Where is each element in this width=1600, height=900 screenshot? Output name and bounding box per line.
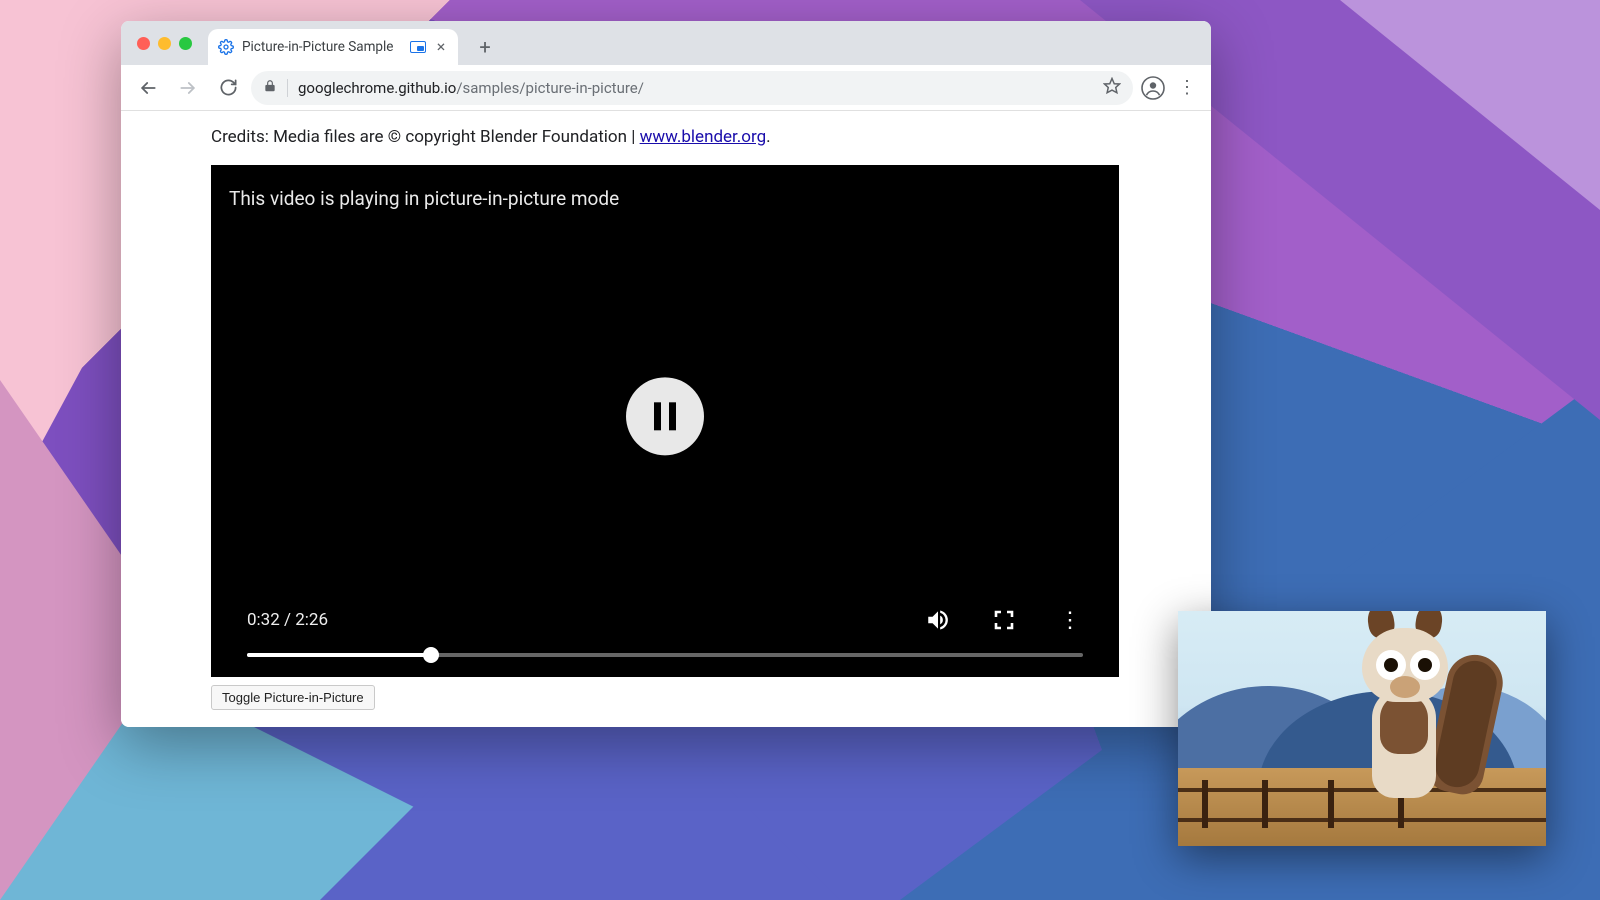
browser-menu-button[interactable]: ⋮ xyxy=(1173,77,1201,98)
url-text: googlechrome.github.io/samples/picture-i… xyxy=(298,79,1093,97)
pause-icon xyxy=(654,402,676,430)
pip-indicator-icon[interactable] xyxy=(410,41,426,53)
video-time-display: 0:32 / 2:26 xyxy=(247,610,328,630)
window-minimize-button[interactable] xyxy=(158,37,171,50)
address-bar[interactable]: googlechrome.github.io/samples/picture-i… xyxy=(251,71,1133,105)
toggle-pip-button[interactable]: Toggle Picture-in-Picture xyxy=(211,685,375,710)
video-progress-bar[interactable] xyxy=(247,653,1083,657)
nav-reload-button[interactable] xyxy=(211,71,245,105)
new-tab-button[interactable]: + xyxy=(470,32,500,62)
browser-toolbar: googlechrome.github.io/samples/picture-i… xyxy=(121,65,1211,111)
pip-character-icon xyxy=(1338,618,1488,798)
progress-fill xyxy=(247,653,431,657)
pip-window[interactable] xyxy=(1178,611,1546,846)
tab-title: Picture-in-Picture Sample xyxy=(242,39,402,55)
fullscreen-button[interactable] xyxy=(991,607,1017,633)
lock-icon xyxy=(263,79,277,97)
window-close-button[interactable] xyxy=(137,37,150,50)
video-pip-overlay-text: This video is playing in picture-in-pict… xyxy=(229,187,619,210)
tab-strip: Picture-in-Picture Sample × + xyxy=(121,21,1211,65)
tab-favicon-gear-icon xyxy=(218,39,234,55)
progress-thumb[interactable] xyxy=(423,647,439,663)
video-player[interactable]: This video is playing in picture-in-pict… xyxy=(211,165,1119,677)
window-controls xyxy=(133,21,198,65)
tab-close-button[interactable]: × xyxy=(434,40,448,54)
browser-tab[interactable]: Picture-in-Picture Sample × xyxy=(208,29,458,65)
bookmark-star-icon[interactable] xyxy=(1103,77,1121,99)
profile-avatar-button[interactable] xyxy=(1139,74,1167,102)
video-controls: 0:32 / 2:26 ⋮ xyxy=(211,607,1119,677)
page-viewport: Credits: Media files are © copyright Ble… xyxy=(121,111,1211,727)
credits-text: Credits: Media files are © copyright Ble… xyxy=(211,127,1119,147)
video-pause-button[interactable] xyxy=(626,377,704,455)
video-more-button[interactable]: ⋮ xyxy=(1057,607,1083,633)
nav-forward-button[interactable] xyxy=(171,71,205,105)
volume-button[interactable] xyxy=(925,607,951,633)
browser-window: Picture-in-Picture Sample × + googlechro… xyxy=(121,21,1211,727)
omnibox-separator xyxy=(287,79,288,97)
nav-back-button[interactable] xyxy=(131,71,165,105)
window-zoom-button[interactable] xyxy=(179,37,192,50)
credits-link[interactable]: www.blender.org xyxy=(640,127,767,147)
